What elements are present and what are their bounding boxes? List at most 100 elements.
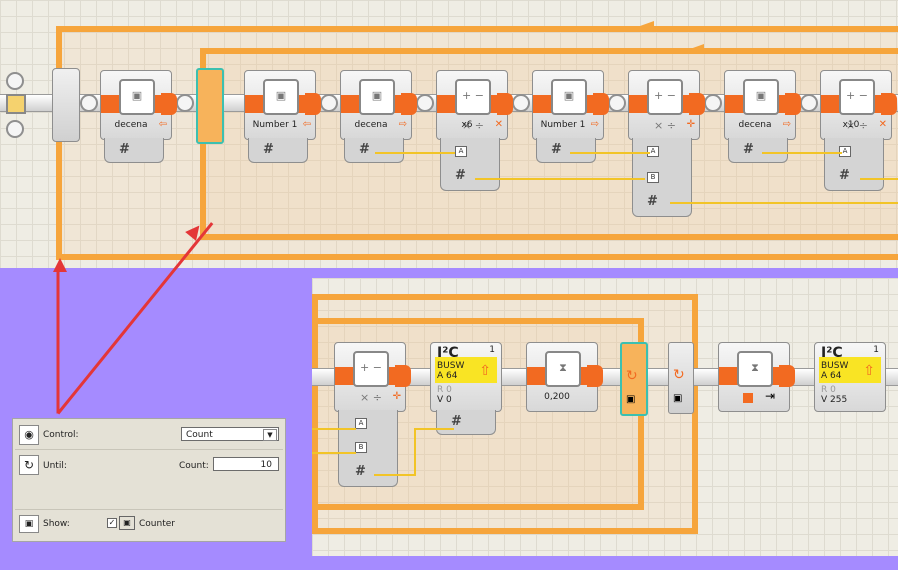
loop-icon: ↻	[673, 367, 685, 383]
program-canvas-bottom[interactable]: + − × ÷ ✛ A B # I²C 1 BUSW A 64 R 0 V 0 …	[312, 278, 898, 556]
block-port	[689, 93, 705, 115]
suitcase-icon: ▣	[551, 79, 587, 115]
i2c-port-number: 1	[489, 345, 495, 355]
math-icon: + − × ÷	[839, 79, 875, 132]
block-port	[497, 93, 513, 115]
data-hub[interactable]: #	[344, 138, 404, 163]
control-select[interactable]: Count ▼	[181, 427, 279, 441]
counter-icon: ▣	[626, 394, 636, 405]
wait-block[interactable]: ⧗ 0,200	[526, 342, 603, 412]
chevron-down-icon[interactable]: ▼	[263, 429, 277, 441]
i2c-read: R 0	[821, 385, 836, 395]
multiply-icon: ✕	[494, 119, 503, 130]
loop-arrow-inner-icon	[690, 44, 704, 54]
i2c-bus: BUSW	[821, 361, 849, 371]
i2c-block[interactable]: I²C 1 BUSW A 64 R 0 V 0 ⇧	[430, 342, 502, 412]
beam-connector	[80, 94, 98, 112]
suitcase-icon: ▣	[743, 79, 779, 115]
beam-connector	[704, 94, 722, 112]
data-hub[interactable]: #	[248, 138, 308, 163]
beam-connector	[800, 94, 818, 112]
block-port	[401, 93, 417, 115]
stop-square-icon	[743, 393, 753, 403]
write-icon: ⇨	[590, 119, 599, 130]
block-port	[587, 365, 603, 387]
add-icon: ✛	[392, 391, 401, 402]
number-plug-icon: #	[451, 414, 462, 429]
outer-loop-head[interactable]	[52, 68, 80, 142]
beam-connector	[320, 94, 338, 112]
block-label: decena	[114, 120, 148, 130]
counter-checkbox[interactable]: ✓	[107, 518, 117, 528]
i2c-address: A 64	[437, 371, 458, 381]
math-block[interactable]: + − × ÷ ✛	[334, 342, 411, 412]
number-plug-icon: #	[647, 194, 658, 209]
inner-loop-head[interactable]	[196, 68, 224, 144]
loop-end[interactable]: ↻ ▣	[668, 342, 694, 414]
number-plug-icon: #	[263, 142, 274, 157]
until-label: Until:	[43, 461, 67, 471]
plug-b[interactable]: B	[355, 442, 367, 453]
block-port	[779, 365, 795, 387]
suitcase-icon: ▣	[119, 79, 155, 115]
plug-a[interactable]: A	[455, 146, 467, 157]
number-plug-icon: #	[743, 142, 754, 157]
math-block[interactable]: + − × ÷ x6 ✕	[436, 70, 513, 140]
multiply-icon: ✕	[878, 119, 887, 130]
stop-icon: ⧗	[737, 351, 773, 387]
data-wire	[570, 152, 650, 154]
counter-label: Counter	[139, 519, 175, 529]
annotation-arrow	[56, 265, 60, 414]
block-label: x10	[842, 120, 860, 130]
block-label: decena	[354, 120, 388, 130]
block-port	[785, 93, 801, 115]
block-label: x6	[461, 120, 473, 130]
data-hub[interactable]: #	[104, 138, 164, 163]
stop-block[interactable]: ⧗ ⇥	[718, 342, 795, 412]
control-label: Control:	[43, 430, 79, 440]
number-plug-icon: #	[359, 142, 370, 157]
read-icon: ⇦	[158, 119, 167, 130]
variable-block[interactable]: ▣ decena ⇨	[724, 70, 801, 140]
variable-block[interactable]: ▣ Number 1 ⇦	[244, 70, 321, 140]
data-wire	[414, 428, 454, 430]
read-icon: ⇦	[302, 119, 311, 130]
write-icon: ⇨	[782, 119, 791, 130]
number-plug-icon: #	[119, 142, 130, 157]
exit-icon: ⇥	[765, 389, 776, 403]
wait-time: 0,200	[544, 392, 570, 402]
write-icon: ⇨	[398, 119, 407, 130]
data-hub[interactable]: A #	[824, 138, 884, 191]
i2c-address: A 64	[821, 371, 842, 381]
data-hub[interactable]: #	[536, 138, 596, 163]
number-plug-icon: #	[355, 464, 366, 479]
start-square-icon[interactable]	[6, 94, 26, 114]
count-label: Count:	[179, 461, 209, 471]
beam-connector	[416, 94, 434, 112]
data-wire	[375, 152, 455, 154]
send-arrow-icon: ⇧	[863, 363, 875, 379]
math-block[interactable]: + − × ÷ x10 ✕	[820, 70, 897, 140]
data-hub[interactable]: #	[436, 410, 496, 435]
loop-end[interactable]: ↻ ▣	[620, 342, 648, 416]
count-input[interactable]: 10	[213, 457, 279, 471]
data-wire	[312, 452, 356, 454]
show-row: ▣ Show: ✓ ▣ Counter	[15, 511, 283, 537]
math-block[interactable]: + − × ÷ ✛	[628, 70, 705, 140]
show-label: Show:	[43, 519, 70, 529]
block-label: Number 1	[252, 120, 298, 130]
variable-block[interactable]: ▣ Number 1 ⇨	[532, 70, 609, 140]
loop-config-panel: ◉ Control: Count ▼ ↻ Until: Count: 10 ▣ …	[12, 418, 286, 542]
plug-b[interactable]: B	[647, 172, 659, 183]
i2c-block[interactable]: I²C 1 BUSW A 64 R 0 V 255 ⇧	[814, 342, 886, 412]
plug-a[interactable]: A	[355, 418, 367, 429]
block-port	[593, 93, 609, 115]
variable-block[interactable]: ▣ decena ⇦	[100, 70, 177, 140]
arrow-head-icon	[53, 258, 67, 272]
data-hub[interactable]: #	[728, 138, 788, 163]
program-canvas-top[interactable]: ▣ decena ⇦ ▣ Number 1 ⇦ ▣ decena ⇨ + − ×…	[0, 0, 898, 268]
math-icon: + − × ÷	[455, 79, 491, 132]
data-hub[interactable]: A #	[440, 138, 500, 191]
i2c-read: R 0	[437, 385, 452, 395]
variable-block[interactable]: ▣ decena ⇨	[340, 70, 417, 140]
